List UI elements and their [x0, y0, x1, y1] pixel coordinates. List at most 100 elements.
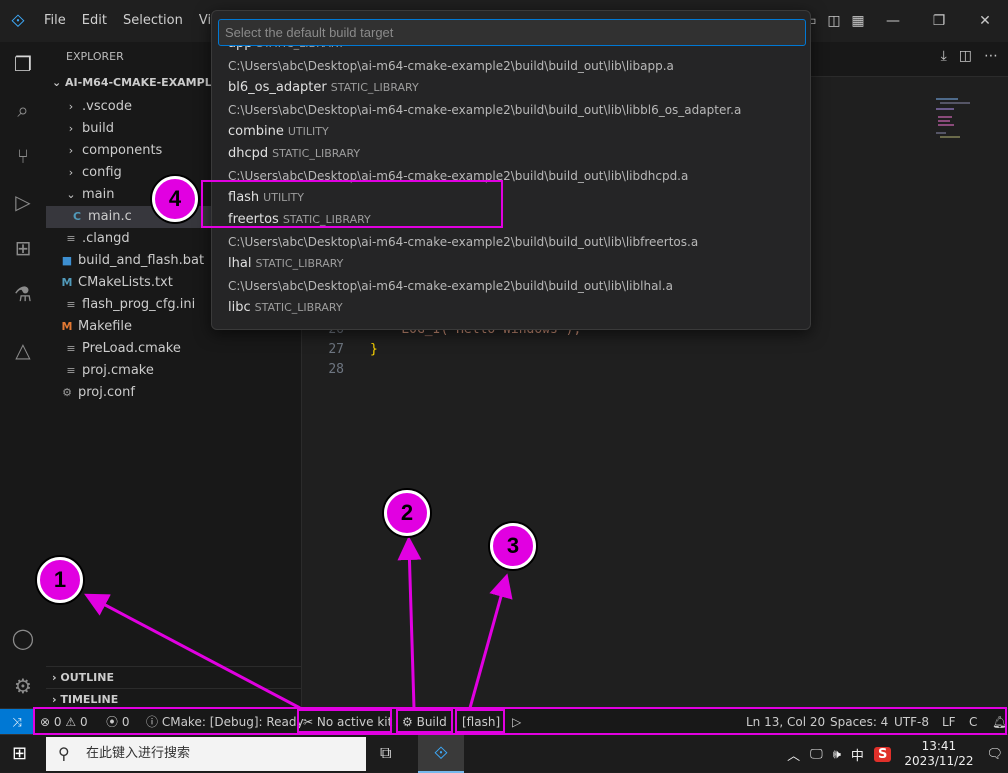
notifications-bell-icon[interactable]: 🔔︎	[992, 709, 1007, 735]
line-number: 27	[328, 342, 344, 357]
menu-edit[interactable]: Edit	[74, 0, 115, 42]
outline-section[interactable]: › OUTLINE	[46, 666, 302, 688]
broadcast-icon: ⦿	[106, 715, 119, 729]
annotation-badge-1: 1	[37, 557, 83, 603]
more-actions-icon[interactable]: ⋯	[984, 48, 998, 64]
notification-center-icon[interactable]: 🗨︎	[986, 747, 1003, 762]
lines-icon: ≡	[66, 232, 76, 245]
chevron-right-icon: ›	[68, 144, 74, 157]
makefile-m-icon: M	[61, 320, 73, 333]
menu-selection[interactable]: Selection	[115, 0, 191, 42]
chevron-right-icon: ›	[68, 122, 74, 135]
sogou-ime-icon[interactable]: S	[873, 746, 892, 762]
line-ending[interactable]: LF	[942, 709, 956, 735]
menu-file[interactable]: File	[36, 0, 74, 42]
encoding[interactable]: UTF-8	[894, 709, 929, 735]
windows-taskbar: ⊞ ⚲ 在此键入进行搜索 ⧉ ⟐ ︿ 🖵︎ 🕪︎ 中 S 13:41 2023/1…	[0, 734, 1008, 773]
indentation[interactable]: Spaces: 4	[830, 709, 888, 735]
target-kind: STATIC_LIBRARY	[255, 257, 344, 270]
windows-start-icon[interactable]: ⊞	[12, 743, 27, 764]
cmake-status[interactable]: ⓘ CMake: [Debug]: Ready	[146, 709, 304, 735]
window-controls: ▭ ◫ ▦ — ❐ ✕	[798, 0, 1008, 42]
lines-icon: ≡	[66, 298, 76, 311]
tools-icon: ✂	[303, 715, 314, 729]
search-icon: ⚲	[58, 744, 70, 763]
timeline-section[interactable]: › TIMELINE	[46, 688, 302, 710]
extensions-icon[interactable]: ⊞	[0, 228, 46, 268]
tree-item-preload-cmake[interactable]: ≡ PreLoad.cmake	[46, 338, 302, 360]
info-icon: ⓘ	[146, 715, 159, 729]
target-kind: UTILITY	[287, 125, 329, 138]
tree-item-proj-cmake[interactable]: ≡ proj.cmake	[46, 360, 302, 382]
build-target-search-input[interactable]	[218, 19, 806, 46]
minimize-button[interactable]: —	[870, 13, 916, 29]
close-button[interactable]: ✕	[962, 13, 1008, 29]
minimap-preview	[936, 98, 970, 138]
target-item-app[interactable]: appSTATIC_LIBRARY C:\Users\abc\Desktop\a…	[212, 45, 810, 77]
taskbar-search-box[interactable]: ⚲ 在此键入进行搜索	[46, 737, 366, 771]
error-count: 0	[53, 715, 62, 729]
download-icon[interactable]: ⤓	[941, 48, 947, 64]
build-target-list: appSTATIC_LIBRARY C:\Users\abc\Desktop\a…	[212, 45, 810, 329]
taskbar-clock[interactable]: 13:41 2023/11/22	[904, 739, 973, 769]
line-number: 28	[328, 362, 344, 377]
ports-indicator[interactable]: ⦿ 0	[106, 709, 129, 735]
restore-button[interactable]: ❐	[916, 13, 962, 29]
target-name: lhal	[228, 256, 252, 271]
target-item-libc[interactable]: libc STATIC_LIBRARY	[212, 297, 810, 319]
tree-item-label: build_and_flash.bat	[78, 253, 205, 268]
network-icon[interactable]: 🖵︎	[810, 747, 823, 762]
toggle-secondary-sidebar-icon[interactable]: ◫	[822, 13, 846, 29]
target-path: C:\Users\abc\Desktop\ai-m64-cmake-exampl…	[228, 103, 742, 117]
run-debug-icon[interactable]: ▷	[0, 182, 46, 222]
taskbar-search-placeholder: 在此键入进行搜索	[86, 746, 191, 761]
split-editor-icon[interactable]: ◫	[959, 48, 972, 64]
minimap[interactable]	[934, 96, 974, 146]
target-kind: STATIC_LIBRARY	[282, 213, 371, 226]
search-icon[interactable]: ⌕	[0, 90, 46, 130]
ports-count: 0	[121, 715, 130, 729]
annotation-badge-2: 2	[384, 490, 430, 536]
source-control-icon[interactable]: ⑂	[0, 136, 46, 176]
target-item-flash[interactable]: flash UTILITY	[212, 187, 810, 209]
target-name: libc	[228, 300, 251, 315]
ime-indicator[interactable]: 中	[851, 745, 864, 764]
explorer-icon[interactable]: ❐	[0, 44, 46, 84]
chevron-up-icon[interactable]: ︿	[787, 745, 800, 764]
tree-item-proj-conf[interactable]: ⚙ proj.conf	[46, 382, 302, 404]
manage-gear-icon[interactable]: ⚙	[0, 666, 46, 706]
chevron-right-icon: ›	[68, 100, 74, 113]
cmake-build-button[interactable]: ⚙ Build	[402, 709, 447, 735]
target-item-dhcpd[interactable]: dhcpd STATIC_LIBRARY C:\Users\abc\Desktop…	[212, 143, 810, 187]
target-item-bl6-os-adapter[interactable]: bl6_os_adapter STATIC_LIBRARY C:\Users\ab…	[212, 77, 810, 121]
cursor-position[interactable]: Ln 13, Col 20	[746, 709, 825, 735]
customize-layout-icon[interactable]: ▦	[846, 13, 870, 29]
cmake-kit-selector[interactable]: ✂ No active kit	[303, 709, 392, 735]
warning-icon: ⚠	[65, 715, 77, 729]
accounts-icon[interactable]: ◯	[0, 618, 46, 658]
volume-icon[interactable]: 🕪︎	[833, 747, 841, 762]
target-item-freertos[interactable]: freertos STATIC_LIBRARY C:\Users\abc\Desk…	[212, 209, 810, 253]
tree-item-label: .vscode	[82, 99, 132, 114]
remote-icon[interactable]: ⤨	[0, 709, 34, 735]
cmake-icon[interactable]: △	[0, 330, 46, 370]
target-name: freertos	[228, 212, 279, 227]
problems-indicator[interactable]: ⊗ 0 ⚠ 0	[40, 709, 88, 735]
clock-time: 13:41	[921, 739, 957, 753]
tree-item-label: main	[82, 187, 115, 202]
build-target-selector[interactable]: [flash]	[462, 709, 500, 735]
vscode-taskbar-app-icon[interactable]: ⟐	[418, 735, 464, 773]
outline-label: OUTLINE	[60, 671, 114, 684]
language-mode[interactable]: C	[969, 709, 977, 735]
target-item-lhal[interactable]: lhal STATIC_LIBRARY C:\Users\abc\Desktop\…	[212, 253, 810, 297]
cmake-m-icon: M	[61, 276, 73, 289]
launch-play-icon[interactable]: ▷	[512, 709, 521, 735]
tree-item-label: config	[82, 165, 122, 180]
gear-file-icon: ⚙	[62, 386, 72, 399]
chevron-right-icon: ›	[68, 166, 74, 179]
testing-icon[interactable]: ⚗	[0, 274, 46, 314]
windows-file-icon: ■	[61, 254, 73, 267]
task-view-icon[interactable]: ⧉	[380, 743, 391, 763]
target-item-combine[interactable]: combine UTILITY	[212, 121, 810, 143]
target-kind: STATIC_LIBRARY	[272, 147, 361, 160]
